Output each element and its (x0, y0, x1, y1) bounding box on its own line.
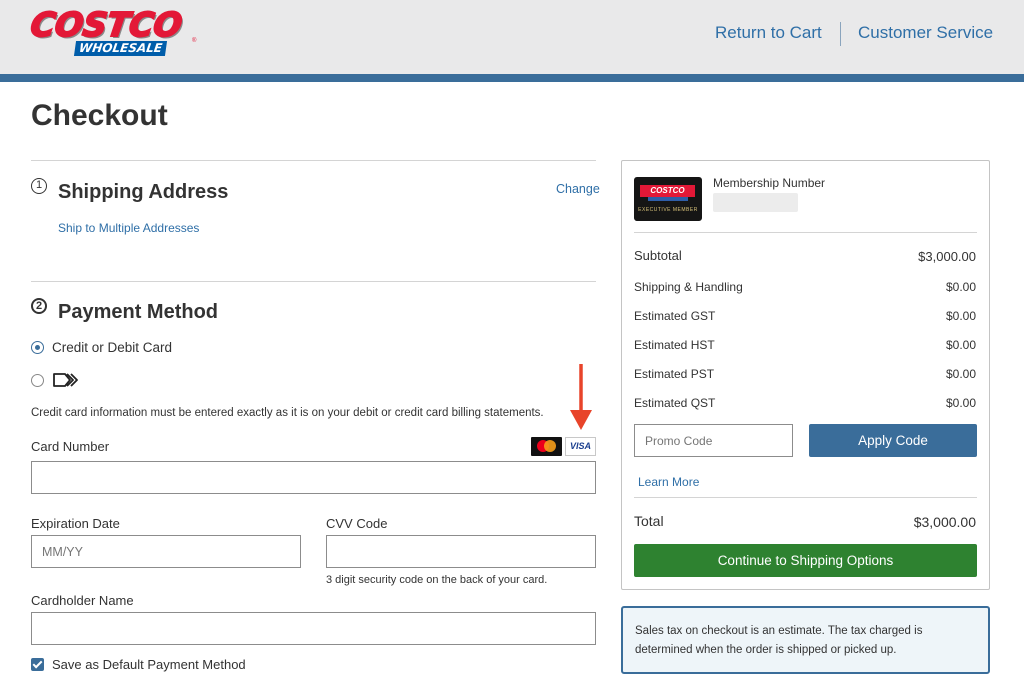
header-accent-bar (0, 74, 1024, 82)
summary-line-value: $0.00 (945, 396, 976, 410)
alt-payment-icon[interactable] (52, 372, 78, 388)
site-header: COSTCO WHOLESALE ® Return to Cart Custom… (0, 0, 1024, 74)
cvv-input[interactable] (326, 535, 596, 568)
cardholder-name-label: Cardholder Name (31, 593, 134, 608)
return-to-cart-link[interactable]: Return to Cart (715, 22, 822, 44)
ship-multiple-addresses-link[interactable]: Ship to Multiple Addresses (58, 221, 199, 235)
continue-to-shipping-button[interactable]: Continue to Shipping Options (634, 544, 977, 577)
mastercard-icon (531, 437, 562, 456)
visa-icon: VISA (565, 437, 596, 456)
apply-code-button[interactable]: Apply Code (809, 424, 977, 457)
summary-line-value: $0.00 (945, 367, 976, 381)
change-shipping-link[interactable]: Change (556, 182, 600, 196)
total-label: Total (634, 513, 664, 529)
membership-card-tier: EXECUTIVE MEMBER (638, 207, 698, 213)
card-info-notice: Credit card information must be entered … (31, 407, 544, 419)
cvv-label: CVV Code (326, 516, 388, 531)
summary-divider (634, 497, 977, 498)
summary-line-label: Estimated PST (634, 367, 715, 381)
promo-code-input[interactable]: Promo Code (634, 424, 793, 457)
costco-logo[interactable]: COSTCO WHOLESALE ® (27, 4, 201, 60)
subtotal-label: Subtotal (634, 248, 682, 263)
summary-divider (634, 232, 977, 233)
save-default-label[interactable]: Save as Default Payment Method (52, 657, 246, 672)
cvv-hint: 3 digit security code on the back of you… (326, 574, 548, 586)
membership-number-label: Membership Number (713, 176, 826, 190)
section-divider (31, 281, 596, 282)
summary-line-value: $0.00 (945, 309, 976, 323)
arrow-down-icon (570, 364, 592, 430)
page-title: Checkout (31, 99, 168, 132)
logo-wordmark: COSTCO (27, 4, 185, 45)
membership-card-logo: COSTCO (640, 185, 695, 197)
membership-number-value (713, 193, 798, 212)
header-divider (840, 22, 841, 46)
order-summary-panel: COSTCO EXECUTIVE MEMBER Membership Numbe… (621, 160, 990, 590)
sales-tax-notice: Sales tax on checkout is an estimate. Th… (621, 606, 990, 674)
expiration-date-label: Expiration Date (31, 516, 120, 531)
total-value: $3,000.00 (913, 514, 976, 530)
learn-more-link[interactable]: Learn More (638, 475, 699, 489)
summary-line-value: $0.00 (945, 280, 976, 294)
save-default-checkbox[interactable] (31, 658, 44, 671)
card-number-label: Card Number (31, 439, 110, 454)
step-number-icon: 1 (31, 178, 47, 194)
logo-subtitle: WHOLESALE (73, 41, 168, 56)
subtotal-value: $3,000.00 (918, 249, 976, 264)
alt-payment-radio[interactable] (31, 374, 44, 387)
summary-line-label: Estimated GST (634, 309, 716, 323)
shipping-address-heading: Shipping Address (58, 181, 229, 203)
summary-line-label: Shipping & Handling (634, 280, 743, 294)
cardholder-name-input[interactable] (31, 612, 596, 645)
card-number-input[interactable] (31, 461, 596, 494)
payment-method-heading: Payment Method (58, 301, 219, 323)
credit-card-radio-label[interactable]: Credit or Debit Card (52, 340, 172, 355)
expiration-date-input[interactable]: MM/YY (31, 535, 301, 568)
summary-line-value: $0.00 (945, 338, 976, 352)
membership-card-image: COSTCO EXECUTIVE MEMBER (634, 177, 702, 221)
summary-line-label: Estimated QST (634, 396, 716, 410)
section-divider (31, 160, 596, 161)
summary-line-label: Estimated HST (634, 338, 715, 352)
logo-registered-mark: ® (192, 38, 197, 44)
step-number-icon: 2 (31, 298, 47, 314)
credit-card-radio[interactable] (31, 341, 44, 354)
customer-service-link[interactable]: Customer Service (858, 22, 993, 44)
